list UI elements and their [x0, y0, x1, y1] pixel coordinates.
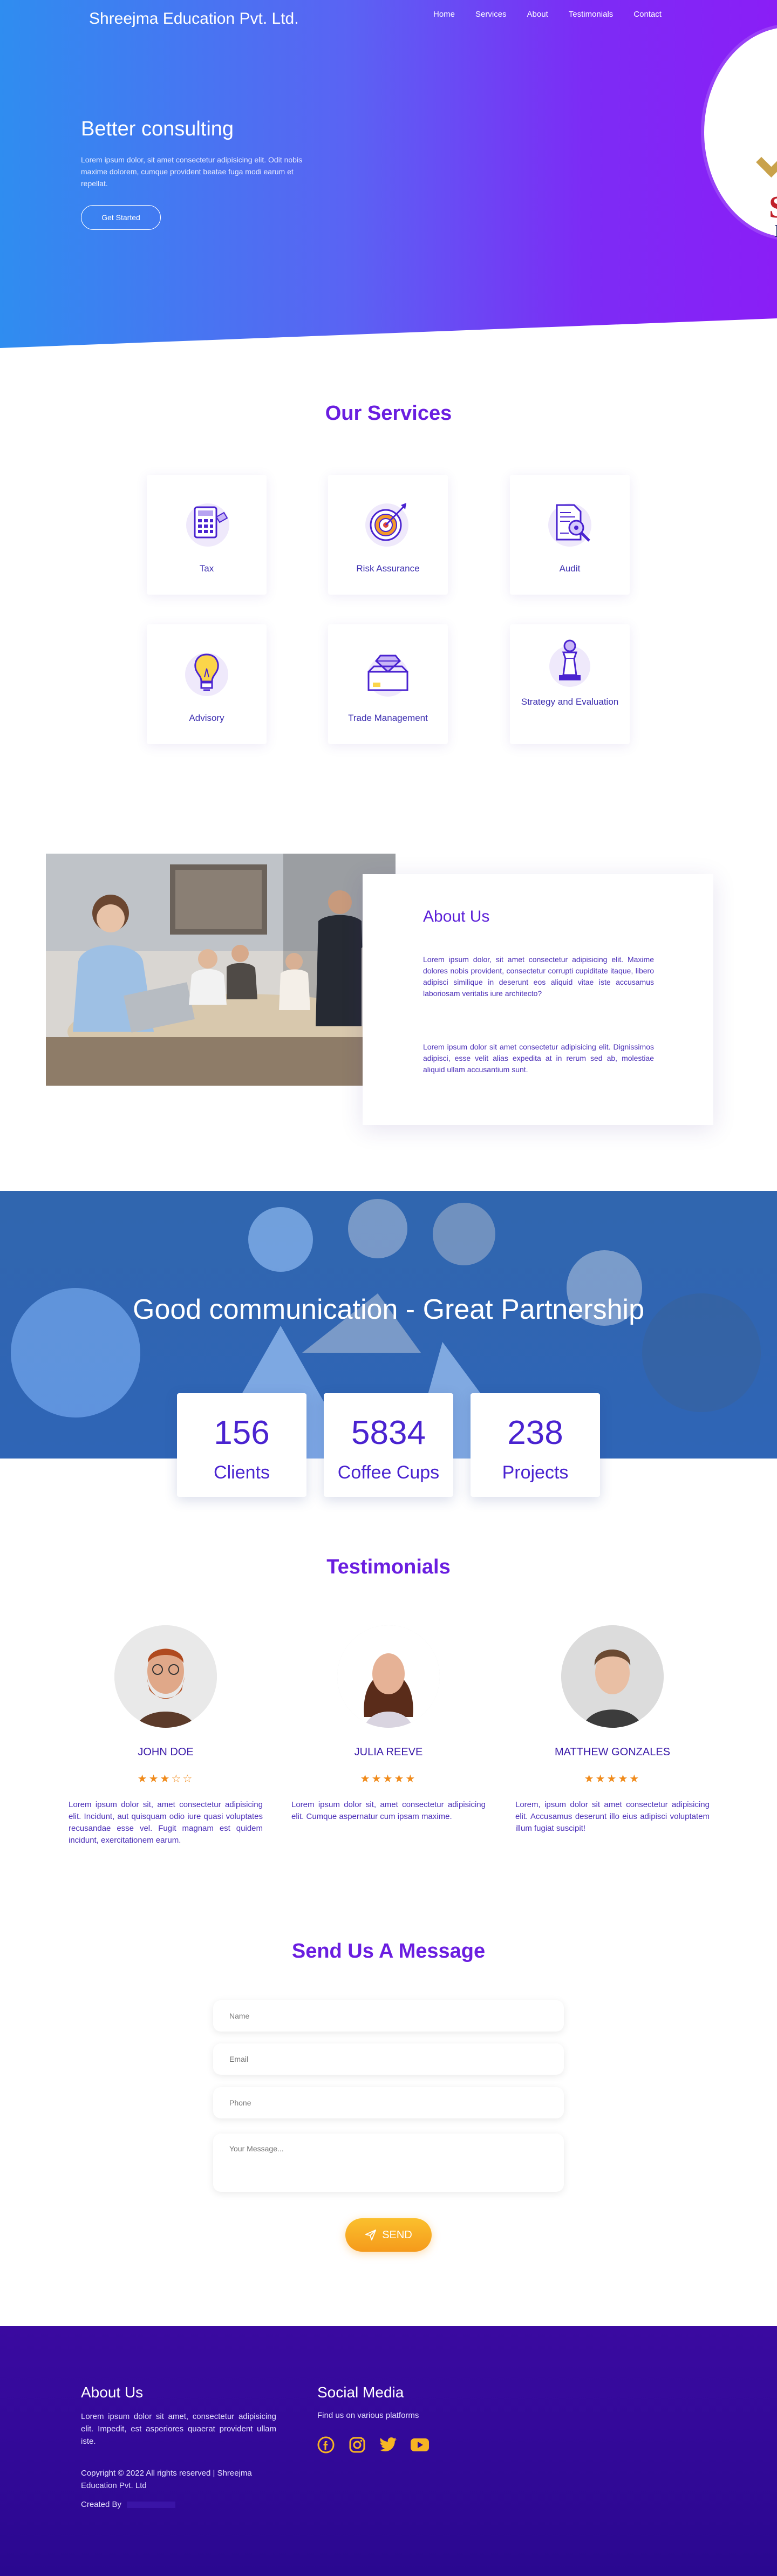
- avatar: [114, 1625, 217, 1728]
- nav-services[interactable]: Services: [475, 10, 507, 19]
- testimonial-name: JOHN DOE: [138, 1746, 194, 1758]
- chess-icon: [549, 639, 590, 687]
- testimonials-title: Testimonials: [326, 1556, 451, 1578]
- service-label: Risk Assurance: [356, 563, 420, 574]
- footer-about-title: About Us: [81, 2384, 144, 2401]
- avatar: [337, 1625, 440, 1728]
- partnership-title: Good communication - Great Partnership: [133, 1294, 644, 1325]
- footer-about-text: Lorem ipsum dolor sit amet, consectetur …: [81, 2412, 276, 2446]
- stat-value: 156: [214, 1414, 270, 1451]
- brand-logo-text[interactable]: Shreejma Education Pvt. Ltd.: [89, 10, 299, 28]
- about-card: About Us Lorem ipsum dolor, sit amet con…: [363, 874, 713, 1125]
- youtube-link[interactable]: [410, 2435, 430, 2455]
- contact-title: Send Us A Message: [291, 1940, 486, 1962]
- calculator-icon: [186, 503, 229, 547]
- creator-link[interactable]: [127, 2502, 176, 2509]
- service-card-advisory[interactable]: Advisory: [147, 624, 267, 744]
- team-meeting-illustration: [46, 854, 396, 1086]
- testimonial-name: JULIA REEVE: [354, 1746, 423, 1758]
- logo-letter: S: [769, 189, 777, 225]
- stat-value: 238: [507, 1414, 563, 1451]
- testimonial-text: Lorem ipsum dolor sit, amet consectetur …: [69, 1800, 263, 1845]
- star-rating: ★★★★★: [584, 1773, 641, 1785]
- service-label: Advisory: [189, 713, 224, 723]
- service-label: Strategy and Evaluation: [521, 697, 619, 707]
- target-icon: [365, 503, 408, 547]
- matthew-gonzales-photo: [561, 1625, 664, 1728]
- service-label: Tax: [199, 563, 214, 574]
- instagram-link[interactable]: [347, 2435, 367, 2455]
- send-label: SEND: [382, 2229, 412, 2241]
- service-label: Audit: [559, 563, 581, 574]
- about-paragraph: Lorem ipsum dolor sit amet consectetur a…: [423, 1042, 654, 1074]
- twitter-link[interactable]: [379, 2435, 398, 2455]
- diamond-box-icon: [367, 655, 408, 697]
- send-button[interactable]: SEND: [345, 2218, 432, 2252]
- logo-letter: E: [774, 221, 777, 242]
- stat-label: Clients: [214, 1462, 270, 1483]
- services-title: Our Services: [325, 402, 452, 425]
- name-field[interactable]: [213, 2000, 564, 2032]
- stat-label: Projects: [502, 1462, 569, 1483]
- nav-about[interactable]: About: [527, 10, 548, 19]
- document-search-icon: [548, 503, 591, 547]
- star-rating: ★★★☆☆: [137, 1773, 194, 1785]
- youtube-icon: [411, 2438, 429, 2451]
- john-doe-photo: [114, 1625, 217, 1728]
- testimonial-name: MATTHEW GONZALES: [554, 1746, 671, 1758]
- about-paragraph: Lorem ipsum dolor, sit amet consectetur …: [423, 955, 654, 998]
- avatar: [561, 1625, 664, 1728]
- service-card-audit[interactable]: Audit: [510, 475, 630, 595]
- stat-value: 5834: [351, 1414, 426, 1451]
- page: Shreejma Education Pvt. Ltd. Home Servic…: [0, 0, 777, 2576]
- hero-title: Better consulting: [81, 118, 234, 140]
- testimonial-text: Lorem ipsum dolor sit, amet consectetur …: [291, 1800, 486, 1821]
- facebook-link[interactable]: [316, 2435, 336, 2455]
- stat-card-projects: 238 Projects: [471, 1393, 600, 1497]
- julia-reeve-photo: [337, 1625, 440, 1728]
- stat-card-coffee-cups: 5834 Coffee Cups: [324, 1393, 453, 1497]
- copyright-text: Copyright © 2022 All rights reserved | S…: [81, 2469, 252, 2490]
- nav-testimonials[interactable]: Testimonials: [569, 10, 614, 19]
- nav-contact[interactable]: Contact: [633, 10, 662, 19]
- about-title: About Us: [423, 908, 490, 925]
- team-meeting-image: [46, 854, 396, 1086]
- service-card-strategy-evaluation[interactable]: Strategy and Evaluation: [510, 624, 630, 744]
- instagram-icon: [349, 2437, 365, 2453]
- social-media-text: Find us on various platforms: [317, 2411, 419, 2420]
- stat-card-clients: 156 Clients: [177, 1393, 306, 1497]
- social-media-title: Social Media: [317, 2384, 404, 2401]
- stat-label: Coffee Cups: [337, 1462, 440, 1483]
- service-card-tax[interactable]: Tax: [147, 475, 267, 595]
- email-field[interactable]: [213, 2043, 564, 2075]
- message-field[interactable]: [213, 2134, 564, 2192]
- service-card-trade-management[interactable]: Trade Management: [328, 624, 448, 744]
- star-rating: ★★★★★: [360, 1773, 417, 1785]
- main-nav: Home Services About Testimonials Contact: [433, 10, 682, 19]
- service-label: Trade Management: [348, 713, 428, 723]
- created-by-text: Created By: [81, 2500, 122, 2509]
- nav-home[interactable]: Home: [433, 10, 455, 19]
- twitter-icon: [379, 2437, 397, 2451]
- lightbulb-icon: [185, 653, 228, 696]
- get-started-button[interactable]: Get Started: [81, 205, 161, 230]
- hero-text: Lorem ipsum dolor, sit amet consectetur …: [81, 155, 303, 188]
- paper-plane-icon: [365, 2229, 377, 2241]
- phone-field[interactable]: [213, 2087, 564, 2118]
- facebook-icon: [317, 2436, 335, 2454]
- testimonial-text: Lorem, ipsum dolor sit amet consectetur …: [515, 1800, 710, 1833]
- logo-chevron-icon: [756, 135, 777, 178]
- service-card-risk-assurance[interactable]: Risk Assurance: [328, 475, 448, 595]
